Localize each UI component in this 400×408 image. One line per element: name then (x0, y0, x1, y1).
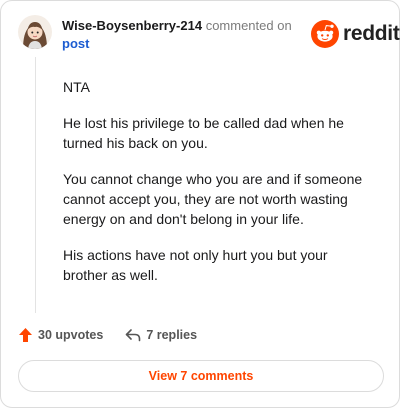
avatar[interactable] (18, 15, 52, 49)
upvote-button[interactable]: 30 upvotes (18, 327, 103, 343)
upvote-count: 30 upvotes (38, 328, 104, 342)
commented-on-text: commented on (205, 18, 292, 33)
comment-paragraph: He lost his privilege to be called dad w… (63, 115, 344, 151)
replies-button[interactable]: 7 replies (125, 328, 197, 342)
upvote-arrow-icon (19, 328, 32, 342)
reddit-logo[interactable]: reddit (311, 20, 400, 48)
comment-paragraph: NTA (63, 79, 90, 95)
reddit-snoo-icon (311, 20, 339, 48)
comment-header: Wise-Boysenberry-214 commented on post (62, 17, 302, 53)
reddit-wordmark: reddit (343, 22, 400, 45)
reply-arrow-icon (126, 329, 141, 342)
view-comments-button[interactable]: View 7 comments (18, 360, 384, 392)
comment-actions: 30 upvotes 7 replies (18, 327, 197, 343)
comment-paragraph: His actions have not only hurt you but y… (63, 247, 328, 283)
comment-body: NTA He lost his privilege to be called d… (63, 77, 373, 301)
thread-line[interactable] (35, 57, 36, 313)
reply-count: 7 replies (146, 328, 198, 342)
comment-card: Wise-Boysenberry-214 commented on post r… (0, 0, 400, 408)
post-link[interactable]: post (62, 35, 302, 53)
comment-paragraph: You cannot change who you are and if som… (63, 171, 363, 227)
username[interactable]: Wise-Boysenberry-214 (62, 18, 202, 33)
